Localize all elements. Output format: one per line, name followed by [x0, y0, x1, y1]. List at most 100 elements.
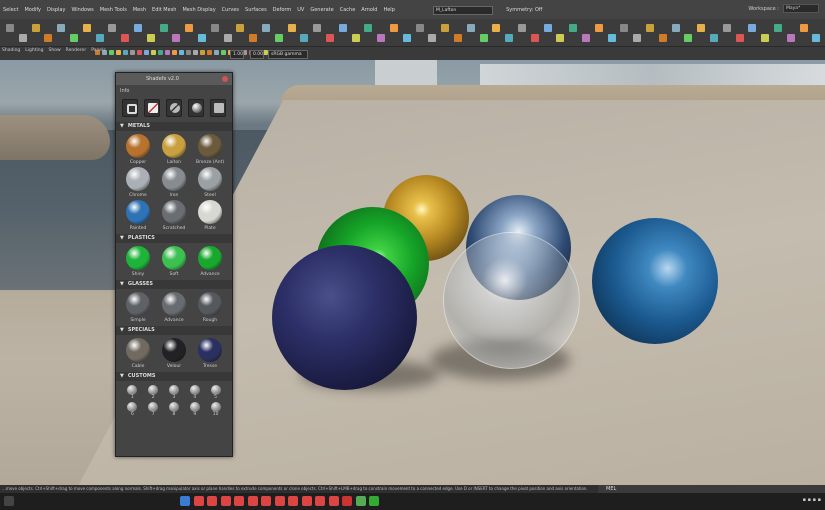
material-swatch[interactable]: Advance [192, 246, 228, 277]
menu-item-deform[interactable]: Deform [270, 7, 295, 13]
menu-item-mesh-tools[interactable]: Mesh Tools [97, 7, 130, 13]
viewport-tool-icon[interactable] [200, 50, 205, 55]
menu-item-mesh-display[interactable]: Mesh Display [179, 7, 218, 13]
shelf-tool-icon[interactable] [351, 34, 360, 42]
shelf-tool-icon[interactable] [761, 34, 770, 42]
custom-preview-ball[interactable] [189, 385, 200, 395]
material-preview-ball[interactable] [162, 246, 186, 270]
shelf-tool-icon[interactable] [146, 34, 155, 42]
viewport-tool-icon[interactable] [179, 50, 184, 55]
shelf-tool-icon[interactable] [95, 34, 104, 42]
material-preview-ball[interactable] [126, 200, 150, 224]
viewport-tool-icon[interactable] [116, 50, 121, 55]
viewport-menu-panels[interactable]: Panels [91, 48, 105, 53]
shelf-tool-icon[interactable] [57, 24, 66, 32]
custom-slot[interactable]: 8 [164, 402, 185, 417]
shelf-tool-icon[interactable] [402, 34, 411, 42]
shelf-tool-icon[interactable] [735, 34, 744, 42]
shelf-tool-icon[interactable] [671, 24, 680, 32]
custom-preview-ball[interactable] [127, 402, 138, 412]
custom-preview-ball[interactable] [127, 385, 138, 395]
panel-title-bar[interactable]: Shadefx v2.0 [116, 73, 232, 85]
shelf-tool-icon[interactable] [172, 34, 181, 42]
menu-item-display[interactable]: Display [44, 7, 68, 13]
custom-slot[interactable]: 4 [184, 385, 205, 400]
taskbar-app-icon[interactable] [342, 496, 352, 506]
tresse-fabric-sphere[interactable] [272, 245, 417, 390]
shelf-tool-icon[interactable] [633, 34, 642, 42]
shelf-tool-icon[interactable] [185, 24, 194, 32]
exposure-field[interactable]: 0.00 [250, 50, 264, 59]
material-swatch[interactable]: Soft [156, 246, 192, 277]
custom-slot[interactable]: 2 [143, 385, 164, 400]
shelf-tool-icon[interactable] [748, 24, 757, 32]
shelf-tool-icon[interactable] [262, 24, 270, 32]
viewport-tool-icon[interactable] [207, 50, 212, 55]
material-swatch[interactable]: Chrome [120, 167, 156, 198]
material-swatch[interactable]: Painted [120, 200, 156, 231]
shelf-tool-icon[interactable] [428, 34, 437, 42]
section-header-customs[interactable]: ▼ CUSTOMS [116, 372, 232, 381]
gamma-field[interactable]: 1.00 [230, 50, 244, 59]
cube-icon[interactable] [210, 99, 226, 117]
material-swatch[interactable]: Rough [192, 292, 228, 323]
material-swatch[interactable]: Bronze (Ant) [192, 134, 228, 165]
viewport-tool-icon[interactable] [221, 50, 226, 55]
shelf-tool-icon[interactable] [556, 34, 565, 42]
shelf-tool-icon[interactable] [658, 34, 667, 42]
viewport-tool-icon[interactable] [130, 50, 135, 55]
custom-preview-ball[interactable] [210, 402, 221, 412]
viewport-tool-icon[interactable] [193, 50, 198, 55]
material-swatch[interactable]: Iron [156, 167, 192, 198]
taskbar-app-icon[interactable] [220, 496, 231, 506]
section-header-glasses[interactable]: ▼ GLASSES [116, 280, 232, 289]
viewport-tool-icon[interactable] [109, 50, 114, 55]
taskbar-app-icon[interactable] [234, 496, 244, 506]
material-preview-ball[interactable] [198, 200, 222, 224]
custom-slot[interactable]: 5 [205, 385, 226, 400]
taskbar-app-icon[interactable] [328, 496, 339, 506]
taskbar-app-icon[interactable] [193, 496, 204, 506]
menu-item-uv[interactable]: UV [294, 7, 307, 13]
section-header-specials[interactable]: ▼ SPECIALS [116, 326, 232, 335]
mel-command-line[interactable]: MEL [598, 485, 825, 493]
shelf-tool-icon[interactable] [338, 24, 347, 32]
shelf-tool-icon[interactable] [159, 24, 168, 32]
viewport-tool-icon[interactable] [144, 50, 149, 55]
menu-item-select[interactable]: Select [0, 7, 21, 13]
taskbar-app-icon[interactable] [274, 496, 285, 506]
shader-library-panel[interactable]: Shadefx v2.0 Info ▼ METALS Copper Laiton Bro… [115, 72, 233, 457]
shelf-tool-icon[interactable] [300, 34, 309, 42]
material-swatch[interactable]: Plate [192, 200, 228, 231]
shelf-tool-icon[interactable] [607, 34, 616, 42]
custom-slot[interactable]: 7 [143, 402, 164, 417]
material-swatch[interactable]: Cable [120, 338, 156, 369]
material-preview-ball[interactable] [126, 246, 150, 270]
material-preview-ball[interactable] [162, 134, 186, 158]
menu-item-cache[interactable]: Cache [337, 7, 359, 13]
custom-slot[interactable]: 1 [122, 385, 143, 400]
viewport-tool-icon[interactable] [137, 50, 142, 55]
shelf-tool-icon[interactable] [569, 24, 578, 32]
shelf-tool-icon[interactable] [454, 34, 462, 42]
material-preview-ball[interactable] [126, 167, 150, 191]
shelf-tool-icon[interactable] [530, 34, 539, 42]
taskbar-app-icon[interactable] [315, 496, 325, 506]
shelf-tool-icon[interactable] [415, 24, 424, 32]
viewport-tool-icon[interactable] [214, 50, 219, 55]
preview-sphere-icon[interactable] [188, 99, 204, 117]
material-swatch[interactable]: Velour [156, 338, 192, 369]
assign-material-icon[interactable] [144, 99, 160, 117]
custom-slot[interactable]: 6 [122, 402, 143, 417]
material-preview-ball[interactable] [126, 338, 150, 362]
shelf-tool-icon[interactable] [697, 24, 706, 32]
colorspace-dropdown[interactable]: sRGB gamma [268, 50, 308, 59]
material-swatch[interactable]: Laiton [156, 134, 192, 165]
shelf-tool-icon[interactable] [786, 34, 795, 42]
shelf-tool-icon[interactable] [492, 24, 501, 32]
shelf-tool-icon[interactable] [210, 24, 219, 32]
shelf-tool-icon[interactable] [198, 34, 206, 42]
shelf-tool-icon[interactable] [684, 34, 693, 42]
menu-item-mesh[interactable]: Mesh [130, 7, 149, 13]
glass-sphere[interactable] [443, 232, 580, 369]
